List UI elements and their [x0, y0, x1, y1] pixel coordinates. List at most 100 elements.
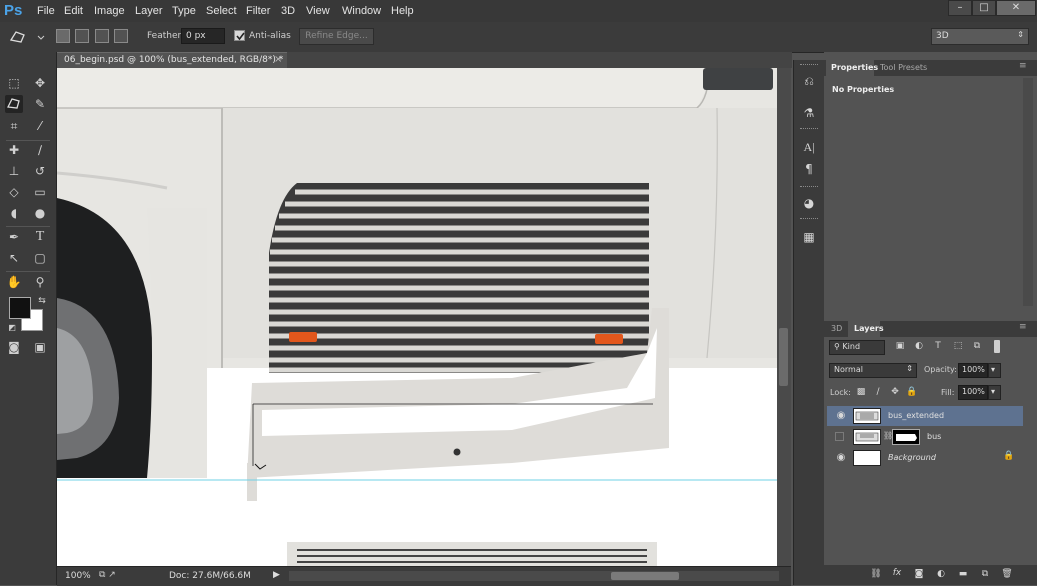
filter-type-icon[interactable]: T — [932, 341, 944, 351]
healing-brush-tool-icon[interactable]: ✚ — [5, 141, 23, 159]
pen-tool-icon[interactable]: ✒ — [5, 228, 23, 246]
crop-tool-icon[interactable]: ⌗ — [5, 117, 23, 135]
layer-name[interactable]: bus_extended — [888, 411, 944, 420]
filter-pixel-icon[interactable]: ▣ — [894, 341, 906, 351]
properties-scrollbar[interactable] — [1023, 78, 1033, 306]
paragraph-icon[interactable]: ¶ — [800, 160, 818, 178]
lock-all-icon[interactable]: 🔒 — [906, 387, 918, 397]
link-layers-icon[interactable]: ⛓ — [870, 569, 882, 579]
history-brush-tool-icon[interactable]: ↺ — [31, 162, 49, 180]
adjustment-layer-icon[interactable]: ◐ — [935, 569, 947, 579]
layer-name[interactable]: bus — [927, 432, 941, 441]
filter-toggle[interactable] — [994, 340, 1000, 353]
close-tab-icon[interactable]: × — [274, 54, 282, 65]
menu-window[interactable]: Window — [342, 5, 381, 17]
layer-row-selected[interactable]: ◉ bus_extended — [827, 406, 1023, 426]
new-layer-icon[interactable]: ⧉ — [979, 569, 991, 579]
eye-icon[interactable]: ◉ — [835, 410, 847, 422]
menu-view[interactable]: View — [306, 5, 330, 17]
type-tool-icon[interactable]: T — [31, 228, 49, 246]
menu-type[interactable]: Type — [172, 5, 196, 17]
tab-tool-presets[interactable]: Tool Presets — [880, 63, 927, 72]
lock-image-icon[interactable]: ∕ — [872, 387, 884, 397]
blur-tool-icon[interactable]: ◖ — [5, 204, 23, 222]
doc-info[interactable]: Doc: 27.6M/66.6M — [169, 571, 251, 581]
move-tool-icon[interactable]: ✥ — [31, 74, 49, 92]
menu-layer[interactable]: Layer — [135, 5, 163, 17]
layer-row[interactable]: ◉ Background 🔒 — [827, 448, 1023, 468]
feather-input[interactable]: 0 px — [181, 28, 225, 44]
menu-edit[interactable]: Edit — [64, 5, 83, 17]
menu-select[interactable]: Select — [206, 5, 237, 17]
layer-row[interactable]: ⛓ bus — [827, 427, 1023, 447]
horizontal-scroll-thumb[interactable] — [611, 572, 679, 580]
dodge-tool-icon[interactable]: ● — [31, 204, 49, 222]
play-arrow-icon[interactable]: ▶ — [273, 570, 280, 580]
filter-smart-object-icon[interactable]: ⧉ — [971, 341, 983, 351]
zoom-tool-icon[interactable]: ⚲ — [31, 273, 49, 291]
grid-icon[interactable]: ▦ — [800, 228, 818, 246]
menu-filter[interactable]: Filter — [246, 5, 270, 17]
character-icon[interactable]: A| — [800, 138, 818, 156]
rectangle-tool-icon[interactable]: ▢ — [31, 249, 49, 267]
path-selection-tool-icon[interactable]: ↖ — [5, 249, 23, 267]
new-selection-icon[interactable] — [56, 29, 70, 43]
panel-menu-icon[interactable]: ≡ — [1019, 61, 1027, 71]
eye-icon[interactable]: ◉ — [835, 452, 847, 464]
swatches-icon[interactable]: ◕ — [800, 194, 818, 212]
restore-button[interactable]: □ — [972, 0, 996, 16]
antialias-checkbox[interactable] — [234, 30, 245, 41]
horizontal-scrollbar[interactable] — [289, 571, 779, 581]
eraser-tool-icon[interactable]: ◇ — [5, 183, 23, 201]
tab-properties[interactable]: Properties — [831, 63, 878, 72]
workspace-select[interactable]: 3D ⇕ — [931, 28, 1029, 45]
filter-shape-icon[interactable]: ⬚ — [952, 341, 964, 351]
default-colors-icon[interactable]: ◩ — [3, 319, 21, 337]
eyedropper-tool-icon[interactable]: ⁄ — [31, 117, 49, 135]
close-window-button[interactable]: ✕ — [996, 0, 1036, 16]
panel-menu-icon[interactable]: ≡ — [1019, 322, 1027, 332]
layer-filter-select[interactable]: ⚲ Kind — [829, 340, 885, 355]
lasso-tool-icon[interactable] — [5, 95, 23, 113]
menu-image[interactable]: Image — [94, 5, 125, 17]
add-mask-icon[interactable]: ◙ — [913, 569, 925, 579]
polygonal-lasso-preset-icon[interactable] — [8, 28, 46, 46]
lock-transparent-icon[interactable]: ▩ — [855, 387, 867, 397]
fill-dropdown[interactable]: ▾ — [988, 385, 1001, 400]
intersect-selection-icon[interactable] — [114, 29, 128, 43]
brush-presets-icon[interactable]: ⚗ — [800, 104, 818, 122]
layer-mask-thumbnail[interactable] — [892, 429, 920, 445]
hand-tool-icon[interactable]: ✋ — [5, 273, 23, 291]
vertical-scroll-thumb[interactable] — [779, 328, 788, 386]
opacity-dropdown[interactable]: ▾ — [988, 363, 1001, 378]
screen-mode-icon[interactable]: ▣ — [31, 338, 49, 356]
layer-style-icon[interactable]: fx — [891, 568, 903, 578]
menu-help[interactable]: Help — [391, 5, 414, 17]
menu-3d[interactable]: 3D — [281, 5, 295, 17]
document-tab[interactable]: 06_begin.psd @ 100% (bus_extended, RGB/8… — [57, 52, 287, 69]
new-group-icon[interactable]: ▬ — [957, 569, 969, 579]
menu-file[interactable]: File — [37, 5, 55, 17]
clone-stamp-tool-icon[interactable]: ⊥ — [5, 162, 23, 180]
subtract-from-selection-icon[interactable] — [95, 29, 109, 43]
vertical-scrollbar[interactable] — [777, 68, 791, 566]
swap-colors-icon[interactable]: ⇆ — [33, 292, 51, 310]
minimize-button[interactable]: – — [948, 0, 972, 16]
marquee-tool-icon[interactable]: ⬚ — [5, 74, 23, 92]
opacity-input[interactable]: 100% — [958, 363, 988, 378]
blend-mode-select[interactable]: Normal ⇕ — [829, 363, 917, 378]
tab-layers[interactable]: Layers — [854, 324, 884, 333]
history-icon[interactable]: ⎌ — [800, 72, 818, 90]
layer-name[interactable]: Background — [888, 453, 936, 462]
delete-layer-icon[interactable]: 🗑 — [1001, 569, 1013, 579]
tab-3d[interactable]: 3D — [831, 324, 842, 333]
zoom-level[interactable]: 100% — [65, 571, 91, 581]
gradient-tool-icon[interactable]: ▭ — [31, 183, 49, 201]
document-canvas[interactable] — [57, 68, 777, 566]
quick-selection-tool-icon[interactable]: ✎ — [31, 95, 49, 113]
quick-mask-icon[interactable]: ◙ — [5, 338, 23, 356]
brush-tool-icon[interactable]: ∕ — [31, 141, 49, 159]
fill-input[interactable]: 100% — [958, 385, 988, 400]
lock-position-icon[interactable]: ✥ — [889, 387, 901, 397]
filter-adjustment-icon[interactable]: ◐ — [913, 341, 925, 351]
